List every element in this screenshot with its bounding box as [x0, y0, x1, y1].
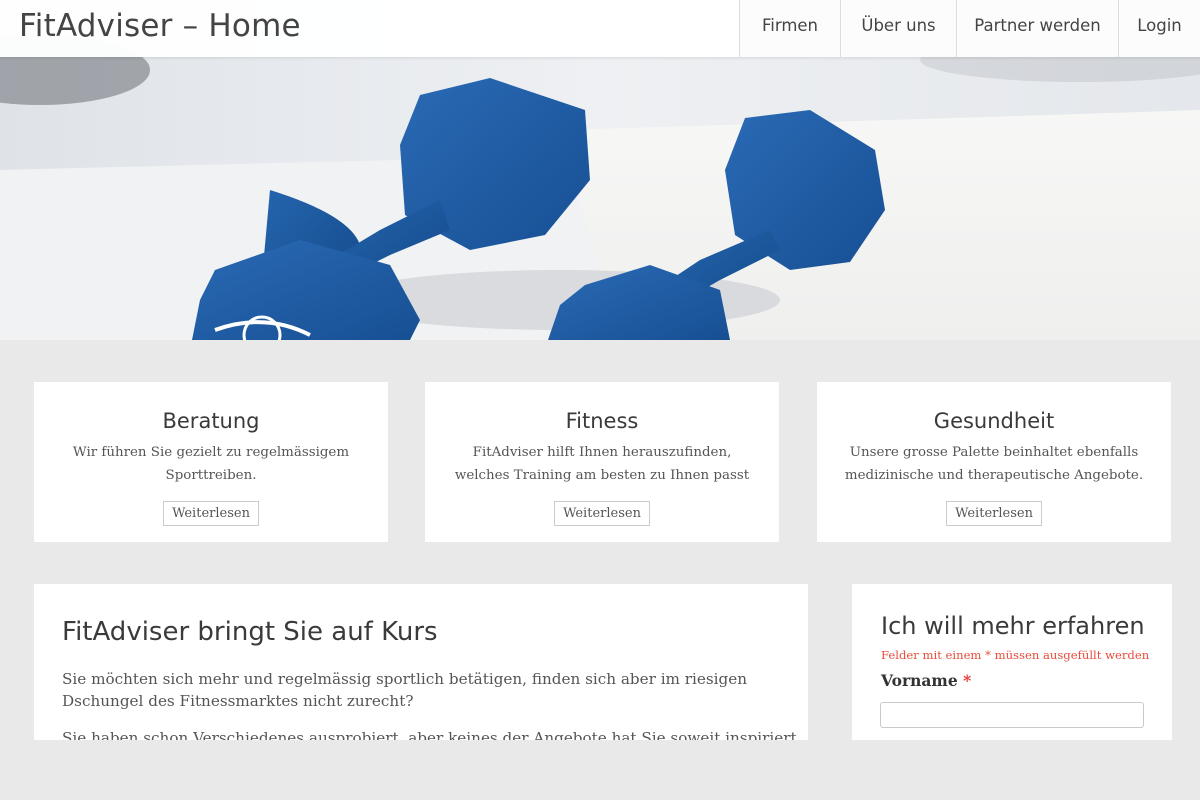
feature-card-fitness: Fitness FitAdviser hilft Ihnen herauszuf…: [425, 382, 779, 542]
top-navigation-bar: FitAdviser – Home Firmen Über uns Partne…: [0, 0, 1200, 57]
nav-item-login[interactable]: Login: [1118, 0, 1200, 57]
card-text: Wir führen Sie gezielt zu regelmässigem …: [72, 445, 350, 483]
contact-form: Ich will mehr erfahren Felder mit einem …: [852, 584, 1172, 740]
article-paragraph: Sie möchten sich mehr und regelmässig sp…: [62, 670, 748, 710]
feature-card-beratung: Beratung Wir führen Sie gezielt zu regel…: [34, 382, 388, 542]
nav-item-ueber-uns[interactable]: Über uns: [840, 0, 956, 57]
card-title: Gesundheit: [933, 409, 1055, 433]
card-title: Fitness: [565, 409, 639, 433]
intro-article: FitAdviser bringt Sie auf Kurs Sie möcht…: [34, 584, 808, 740]
nav-item-partner-werden[interactable]: Partner werden: [956, 0, 1118, 57]
required-fields-note: Felder mit einem * müssen ausgefüllt wer…: [881, 648, 1150, 662]
first-name-input[interactable]: [880, 702, 1144, 728]
read-more-button[interactable]: Weiterlesen: [163, 501, 259, 526]
required-asterisk: *: [963, 671, 972, 690]
form-title: Ich will mehr erfahren: [881, 612, 1145, 640]
read-more-button[interactable]: Weiterlesen: [554, 501, 650, 526]
first-name-label-text: Vorname: [881, 671, 958, 690]
card-title: Beratung: [162, 409, 260, 433]
nav-item-firmen[interactable]: Firmen: [739, 0, 840, 57]
card-text: Unsere grosse Palette beinhaltet ebenfal…: [844, 445, 1144, 483]
main-nav: Firmen Über uns Partner werden Login: [739, 0, 1200, 57]
article-paragraph: Sie haben schon Verschiedenes ausprobier…: [62, 729, 797, 740]
feature-card-gesundheit: Gesundheit Unsere grosse Palette beinhal…: [817, 382, 1171, 542]
site-title[interactable]: FitAdviser – Home: [19, 0, 301, 57]
first-name-label: Vorname *: [881, 671, 971, 690]
card-text: FitAdviser hilft Ihnen herauszufinden, w…: [454, 445, 750, 483]
read-more-button[interactable]: Weiterlesen: [946, 501, 1042, 526]
article-title: FitAdviser bringt Sie auf Kurs: [62, 617, 438, 647]
